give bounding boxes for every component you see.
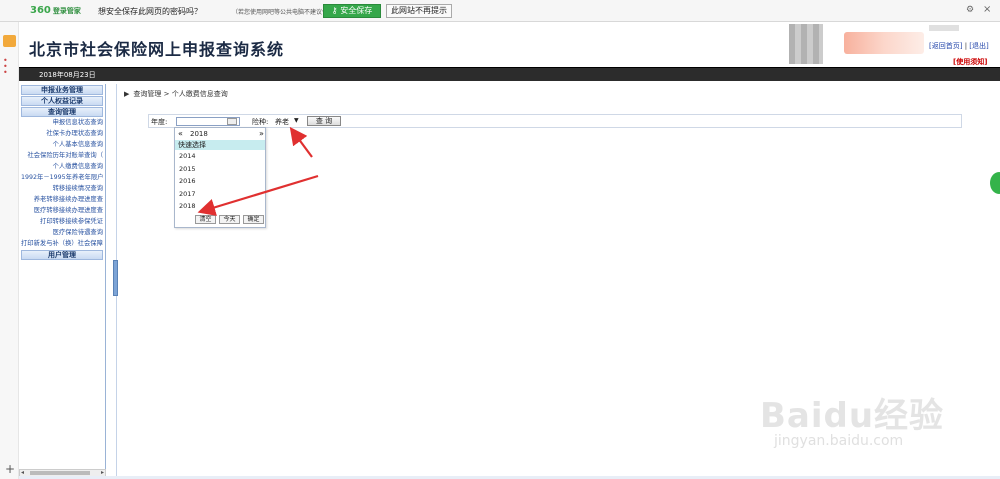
watermark-sub: jingyan.baidu.com bbox=[774, 433, 904, 449]
scroll-left-icon[interactable]: ◂ bbox=[21, 469, 24, 476]
year-option[interactable]: 2018 bbox=[175, 200, 265, 213]
query-form: 年度: 险种: 养老 ▼ 查 询 bbox=[148, 114, 962, 128]
year-label: 年度: bbox=[151, 118, 168, 126]
breadcrumb: ▶ 查询管理 > 个人缴费信息查询 bbox=[124, 89, 228, 99]
date-bar: 2018年08月23日 bbox=[19, 67, 1000, 81]
year-option[interactable]: 2015 bbox=[175, 163, 265, 176]
help-link[interactable]: [使用须知] bbox=[953, 57, 987, 67]
more-icon[interactable]: • • • bbox=[3, 57, 8, 77]
insurance-type-label: 险种: bbox=[252, 118, 269, 126]
sidebar-section-query[interactable]: 查询管理 bbox=[21, 107, 103, 117]
header-links: [返回首页] | [退出] bbox=[929, 41, 989, 51]
sidebar-item[interactable]: 个人缴费信息查询 bbox=[21, 161, 103, 172]
page-title: 北京市社会保险网上申报查询系统 bbox=[29, 40, 285, 59]
watermark: Baidu经验 jingyan.baidu.com bbox=[760, 388, 990, 458]
sidebar-item[interactable]: 个人基本信息查询 bbox=[21, 139, 103, 150]
never-prompt-button[interactable]: 此网站不再提示 bbox=[386, 4, 452, 18]
annotation-arrow-type bbox=[289, 126, 313, 158]
sidebar-item[interactable]: 打印新发与补（换）社会保障卡 bbox=[21, 238, 103, 249]
safe-save-label: 安全保存 bbox=[340, 6, 373, 15]
next-year-icon[interactable]: » bbox=[259, 129, 264, 138]
sidebar-item[interactable]: 1992年－1995年养老年限户 bbox=[21, 172, 103, 183]
clear-button[interactable]: 清空 bbox=[195, 215, 216, 224]
scroll-thumb[interactable] bbox=[30, 471, 90, 475]
password-question: 想安全保存此网页的密码吗？ bbox=[98, 7, 202, 16]
confirm-button[interactable]: 确定 bbox=[243, 215, 264, 224]
sidebar-item[interactable]: 社保卡办理状态查询 bbox=[21, 128, 103, 139]
sidebar-item[interactable]: 打印转移接续参保凭证 bbox=[21, 216, 103, 227]
insurance-type-select[interactable]: 养老 bbox=[275, 117, 289, 127]
scroll-right-icon[interactable]: ▸ bbox=[101, 469, 104, 476]
safe-save-button[interactable]: ⚷ 安全保存 bbox=[323, 4, 381, 18]
prev-year-icon[interactable]: « bbox=[178, 129, 183, 138]
year-picker-footer: 清空 今天 确定 bbox=[195, 215, 265, 225]
year-option[interactable]: 2016 bbox=[175, 175, 265, 188]
watermark-main: Baidu经验 bbox=[760, 396, 945, 436]
today-button[interactable]: 今天 bbox=[219, 215, 240, 224]
add-icon[interactable]: + bbox=[5, 462, 15, 476]
site-header: 北京市社会保险网上申报查询系统 [返回首页] | [退出] [使用须知] bbox=[19, 22, 1000, 67]
bookmark-icon[interactable] bbox=[3, 35, 16, 47]
close-icon[interactable]: × bbox=[983, 4, 991, 15]
sidebar-section-declaration[interactable]: 申报业务管理 bbox=[21, 85, 103, 95]
blurred-avatar bbox=[789, 24, 823, 64]
chevron-down-icon[interactable]: ▼ bbox=[294, 117, 299, 124]
current-date: 2018年08月23日 bbox=[39, 71, 96, 79]
gear-icon[interactable]: ⚙ bbox=[966, 5, 974, 15]
query-button[interactable]: 查 询 bbox=[307, 116, 341, 126]
home-link[interactable]: [返回首页] bbox=[929, 42, 962, 50]
sidebar-item[interactable]: 申报信息状态查询 bbox=[21, 117, 103, 128]
year-option[interactable]: 2017 bbox=[175, 188, 265, 201]
logo-subtext: 登录管家 bbox=[52, 7, 81, 15]
logo-text: 360 bbox=[30, 5, 51, 16]
logo-360: 360 登录管家 bbox=[30, 5, 81, 16]
sidebar: 申报业务管理 个人权益记录 查询管理 申报信息状态查询 社保卡办理状态查询 个人… bbox=[19, 84, 106, 479]
year-picker-current: 2018 bbox=[190, 130, 208, 138]
browser-left-strip: • • • + bbox=[0, 0, 19, 479]
breadcrumb-text: 查询管理 > 个人缴费信息查询 bbox=[133, 90, 228, 98]
sidebar-item[interactable]: 医疗转移接续办理进度查 bbox=[21, 205, 103, 216]
sidebar-item[interactable]: 转移接续情况查询 bbox=[21, 183, 103, 194]
calendar-icon[interactable] bbox=[227, 118, 237, 125]
blurred-text bbox=[929, 25, 959, 31]
blurred-user-info bbox=[844, 32, 924, 54]
sidebar-item[interactable]: 社会保险历年对账单查询（ bbox=[21, 150, 103, 161]
sidebar-item[interactable]: 养老转移接续办理进度查 bbox=[21, 194, 103, 205]
logout-link[interactable]: [退出] bbox=[969, 42, 988, 50]
sidebar-section-users[interactable]: 用户管理 bbox=[21, 250, 103, 260]
year-picker-header: « 2018 » bbox=[175, 128, 265, 140]
sidebar-collapse-handle[interactable] bbox=[113, 260, 118, 296]
sidebar-item[interactable]: 医疗保险待遇查询 bbox=[21, 227, 103, 238]
password-save-bar: 360 登录管家 想安全保存此网页的密码吗？ （若您使用网吧等公共电脑不建议保存）… bbox=[0, 0, 1000, 22]
year-option[interactable]: 2014 bbox=[175, 150, 265, 163]
breadcrumb-arrow-icon: ▶ bbox=[124, 90, 130, 98]
year-picker-popup: « 2018 » 快速选择 2014 2015 2016 2017 2018 清… bbox=[174, 127, 266, 228]
link-separator: | bbox=[964, 42, 968, 50]
quick-select-label: 快速选择 bbox=[175, 140, 265, 150]
key-icon: ⚷ bbox=[331, 6, 338, 15]
floating-widget[interactable] bbox=[990, 172, 1000, 194]
sidebar-section-rights[interactable]: 个人权益记录 bbox=[21, 96, 103, 106]
